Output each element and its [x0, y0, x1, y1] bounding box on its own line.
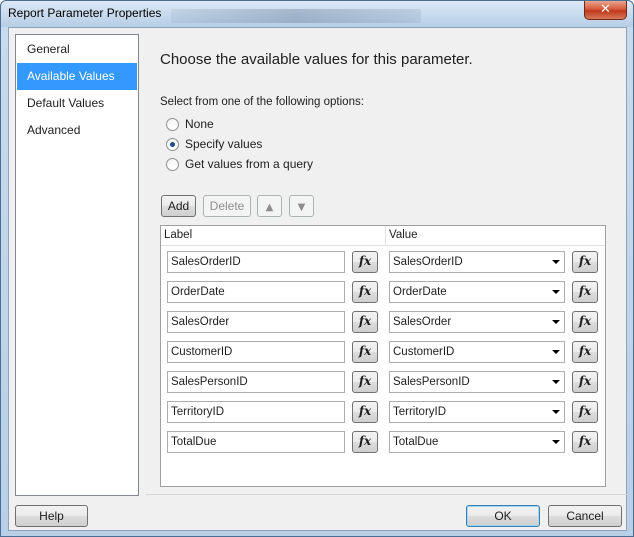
dropdown-arrow-icon: [552, 410, 560, 414]
label-expression-button[interactable]: fx: [352, 251, 378, 273]
label-field[interactable]: SalesOrderID: [167, 251, 345, 273]
label-expression-button[interactable]: fx: [352, 401, 378, 423]
option-specify-values[interactable]: Specify values: [166, 136, 262, 152]
options-label: Select from one of the following options…: [160, 96, 364, 108]
close-icon: ✕: [600, 2, 611, 17]
table-row: SalesPersonID fx SalesPersonID fx: [161, 368, 605, 398]
value-combo[interactable]: TerritoryID: [389, 401, 565, 423]
option-none[interactable]: None: [166, 116, 214, 132]
arrow-up-icon: ▲: [265, 202, 274, 213]
value-combo-text: CustomerID: [393, 346, 455, 358]
label-expression-button[interactable]: fx: [352, 371, 378, 393]
value-combo-text: SalesOrder: [393, 316, 452, 328]
label-field[interactable]: TotalDue: [167, 431, 345, 453]
cancel-button[interactable]: Cancel: [548, 505, 622, 527]
radio-specify-values[interactable]: [166, 137, 179, 151]
value-combo[interactable]: TotalDue: [389, 431, 565, 453]
table-row: SalesOrderID fx SalesOrderID fx: [161, 248, 605, 278]
value-expression-button[interactable]: fx: [572, 281, 598, 303]
column-divider: [385, 226, 386, 246]
dropdown-arrow-icon: [552, 290, 560, 294]
table-row: SalesOrder fx SalesOrder fx: [161, 308, 605, 338]
value-combo-text: SalesPersonID: [393, 376, 470, 388]
label-field[interactable]: OrderDate: [167, 281, 345, 303]
label-field[interactable]: SalesPersonID: [167, 371, 345, 393]
radio-query[interactable]: [166, 157, 179, 171]
value-combo-text: TerritoryID: [393, 406, 447, 418]
title-bar-background: [171, 9, 421, 23]
window-title: Report Parameter Properties: [8, 6, 162, 20]
delete-button[interactable]: Delete: [203, 195, 251, 217]
radio-none[interactable]: [166, 117, 179, 131]
value-expression-button[interactable]: fx: [572, 371, 598, 393]
value-combo[interactable]: SalesOrderID: [389, 251, 565, 273]
label-field[interactable]: TerritoryID: [167, 401, 345, 423]
value-expression-button[interactable]: fx: [572, 311, 598, 333]
title-bar: Report Parameter Properties ✕: [1, 1, 633, 27]
option-none-label: None: [185, 117, 214, 131]
option-specify-values-label: Specify values: [185, 137, 263, 151]
page-title: Choose the available values for this par…: [160, 51, 473, 68]
value-expression-button[interactable]: fx: [572, 401, 598, 423]
label-expression-button[interactable]: fx: [352, 431, 378, 453]
label-field[interactable]: SalesOrder: [167, 311, 345, 333]
ok-button[interactable]: OK: [466, 505, 540, 527]
value-combo[interactable]: OrderDate: [389, 281, 565, 303]
label-expression-button[interactable]: fx: [352, 281, 378, 303]
dropdown-arrow-icon: [552, 440, 560, 444]
value-combo-text: TotalDue: [393, 436, 439, 448]
dropdown-arrow-icon: [552, 260, 560, 264]
table-row: CustomerID fx CustomerID fx: [161, 338, 605, 368]
label-expression-button[interactable]: fx: [352, 311, 378, 333]
dropdown-arrow-icon: [552, 350, 560, 354]
add-button[interactable]: Add: [161, 195, 196, 217]
value-combo-text: SalesOrderID: [393, 256, 463, 268]
label-expression-button[interactable]: fx: [352, 341, 378, 363]
dropdown-arrow-icon: [552, 380, 560, 384]
option-query-label: Get values from a query: [185, 157, 314, 171]
arrow-down-icon: ▼: [297, 202, 306, 213]
dialog-body: General Available Values Default Values …: [8, 27, 628, 531]
table-row: OrderDate fx OrderDate fx: [161, 278, 605, 308]
move-down-button[interactable]: ▼: [289, 195, 314, 217]
close-button[interactable]: ✕: [584, 1, 627, 20]
label-column-header: Label: [164, 229, 193, 241]
move-up-button[interactable]: ▲: [257, 195, 282, 217]
option-query[interactable]: Get values from a query: [166, 156, 313, 172]
table-row: TerritoryID fx TerritoryID fx: [161, 398, 605, 428]
value-combo-text: OrderDate: [393, 286, 447, 298]
footer-divider: [146, 494, 628, 495]
nav-panel: General Available Values Default Values …: [15, 34, 139, 496]
nav-item-default-values[interactable]: Default Values: [17, 90, 137, 117]
nav-item-advanced[interactable]: Advanced: [17, 117, 137, 144]
nav-item-available-values[interactable]: Available Values: [17, 63, 137, 90]
values-grid: Label Value SalesOrderID fx SalesOrderID…: [160, 225, 606, 487]
value-combo[interactable]: CustomerID: [389, 341, 565, 363]
value-expression-button[interactable]: fx: [572, 251, 598, 273]
content-panel: Choose the available values for this par…: [146, 28, 628, 498]
value-expression-button[interactable]: fx: [572, 341, 598, 363]
grid-header: Label Value: [161, 226, 605, 246]
value-expression-button[interactable]: fx: [572, 431, 598, 453]
value-combo[interactable]: SalesPersonID: [389, 371, 565, 393]
label-field[interactable]: CustomerID: [167, 341, 345, 363]
dialog-window: Report Parameter Properties ✕ General Av…: [0, 0, 634, 537]
dropdown-arrow-icon: [552, 320, 560, 324]
help-button[interactable]: Help: [15, 505, 88, 527]
value-combo[interactable]: SalesOrder: [389, 311, 565, 333]
value-column-header: Value: [389, 229, 418, 241]
nav-item-general[interactable]: General: [17, 36, 137, 63]
table-row: TotalDue fx TotalDue fx: [161, 428, 605, 458]
